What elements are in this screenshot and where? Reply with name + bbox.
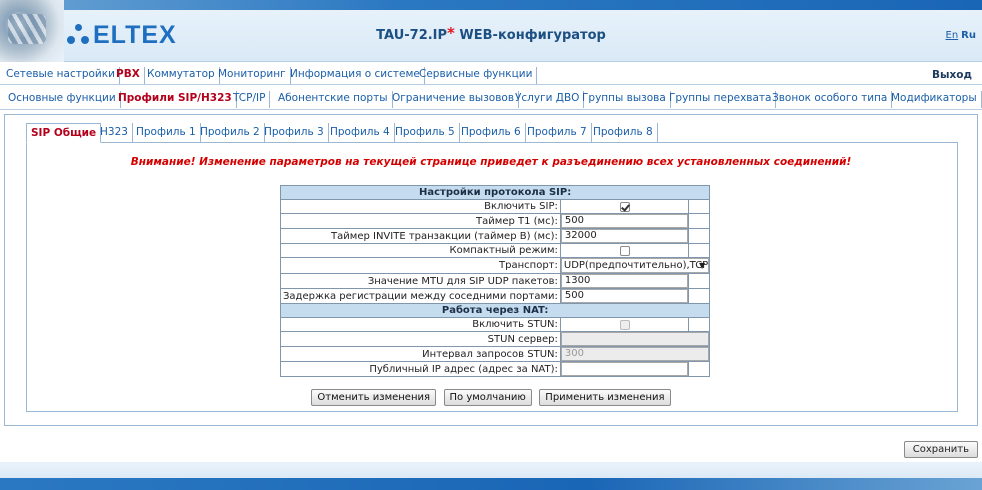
tab-profile-2[interactable]: Профиль 2 xyxy=(196,123,265,143)
app-title-star: * xyxy=(447,24,455,42)
compact-mode-checkbox[interactable] xyxy=(619,245,630,256)
sub-menu: Основные функции Профили SIP/H323 TCP/IP… xyxy=(0,88,982,110)
tab-profile-1[interactable]: Профиль 1 xyxy=(132,123,201,143)
transport-select[interactable]: UDP(предпочтительно),TCP ▼ xyxy=(560,258,710,273)
table-row: Интервал запросов STUN: 300 xyxy=(280,346,711,362)
stun-server-label: STUN сервер: xyxy=(280,331,561,347)
menu-monitoring[interactable]: Мониторинг xyxy=(214,67,291,84)
tab-sip-general[interactable]: SIP Общие xyxy=(26,123,102,143)
public-ip-label: Публичный IP адрес (адрес за NAT): xyxy=(280,361,561,377)
timer-b-input[interactable]: 32000 xyxy=(560,229,689,243)
app-title-main: TAU-72.IP xyxy=(376,28,448,43)
footer-bar xyxy=(0,478,982,490)
stun-interval-input[interactable]: 300 xyxy=(560,347,710,361)
tab-profile-6[interactable]: Профиль 6 xyxy=(457,123,526,143)
submenu-vas-services[interactable]: Услуги ДВО xyxy=(511,91,585,108)
submenu-special-ring[interactable]: Звонок особого типа xyxy=(768,91,893,108)
main-menu: Сетевые настройки PBX Коммутатор Монитор… xyxy=(0,65,982,85)
timer-t1-input[interactable]: 500 xyxy=(560,214,689,228)
table-row: Компактный режим: xyxy=(280,243,711,258)
menu-pbx[interactable]: PBX xyxy=(112,67,145,84)
warning-message: Внимание! Изменение параметров на текуще… xyxy=(130,156,852,168)
logout-link[interactable]: Выход xyxy=(932,69,972,81)
cancel-changes-button[interactable]: Отменить изменения xyxy=(311,389,437,406)
menu-service-functions[interactable]: Сервисные функции xyxy=(415,67,538,84)
menu-system-info[interactable]: Информация о системе xyxy=(286,67,425,84)
enable-sip-label: Включить SIP: xyxy=(280,199,561,214)
table-row: STUN сервер: xyxy=(280,331,711,347)
tab-h323[interactable]: H323 xyxy=(96,123,133,143)
lang-ru-link[interactable]: Ru xyxy=(961,30,976,41)
stun-interval-label: Интервал запросов STUN: xyxy=(280,346,561,362)
public-ip-input[interactable] xyxy=(560,362,689,376)
table-row: Задержка регистрации между соседними пор… xyxy=(280,288,711,304)
tab-profile-3[interactable]: Профиль 3 xyxy=(260,123,329,143)
stun-server-input[interactable] xyxy=(560,332,710,346)
defaults-button[interactable]: По умолчанию xyxy=(443,389,532,406)
action-buttons: Отменить изменения По умолчанию Применит… xyxy=(0,389,982,406)
footer xyxy=(0,462,982,490)
submenu-call-groups[interactable]: Группы вызова xyxy=(578,91,671,108)
submenu-sip-h323-profiles[interactable]: Профили SIP/H323 xyxy=(114,91,237,108)
compact-mode-label: Компактный режим: xyxy=(280,243,561,258)
tab-profile-8[interactable]: Профиль 8 xyxy=(589,123,658,143)
table-row: Публичный IP адрес (адрес за NAT): xyxy=(280,361,711,377)
timer-b-label: Таймер INVITE транзакции (таймер B) (мс)… xyxy=(280,228,561,244)
apply-changes-button[interactable]: Применить изменения xyxy=(539,389,671,406)
app-title: TAU-72.IP* WEB-конфигуратор xyxy=(0,24,982,46)
transport-label: Транспорт: xyxy=(280,257,561,274)
tab-profile-5[interactable]: Профиль 5 xyxy=(391,123,460,143)
tab-profile-7[interactable]: Профиль 7 xyxy=(523,123,592,143)
reg-delay-label: Задержка регистрации между соседними пор… xyxy=(280,288,561,304)
menu-switch[interactable]: Коммутатор xyxy=(143,67,220,84)
table-row: Работа через NAT: xyxy=(279,303,711,318)
stun-enable-checkbox[interactable] xyxy=(619,319,630,330)
table-row: Включить STUN: xyxy=(280,317,711,332)
tab-profile-4[interactable]: Профиль 4 xyxy=(326,123,395,143)
reg-delay-input[interactable]: 500 xyxy=(560,289,689,303)
app-title-suffix: WEB-конфигуратор xyxy=(454,28,606,43)
table-row: Таймер T1 (мс): 500 xyxy=(280,213,711,229)
submenu-pickup-groups[interactable]: Группы перехвата xyxy=(665,91,777,108)
menu-network-settings[interactable]: Сетевые настройки xyxy=(2,67,120,84)
dropdown-arrow-icon: ▼ xyxy=(699,261,706,270)
enable-sip-checkbox[interactable] xyxy=(619,201,630,212)
submenu-modifiers[interactable]: Модификаторы xyxy=(887,91,982,108)
lang-en-link[interactable]: En xyxy=(946,30,959,41)
header: ELTEX TAU-72.IP* WEB-конфигуратор En Ru xyxy=(0,0,982,62)
timer-t1-label: Таймер T1 (мс): xyxy=(280,213,561,229)
stun-enable-label: Включить STUN: xyxy=(280,317,561,332)
save-button[interactable]: Сохранить xyxy=(903,441,978,458)
submenu-subscriber-ports[interactable]: Абонентские порты xyxy=(274,91,393,108)
table-row: Значение MTU для SIP UDP пакетов: 1300 xyxy=(280,273,711,289)
submenu-call-restrictions[interactable]: Ограничение вызовов xyxy=(388,91,520,108)
table-row: Включить SIP: xyxy=(280,199,711,214)
table-row: Таймер INVITE транзакции (таймер B) (мс)… xyxy=(280,228,711,244)
language-switcher: En Ru xyxy=(946,30,976,41)
table-row: Настройки протокола SIP: xyxy=(279,185,711,200)
sip-settings-table: Настройки протокола SIP: Включить SIP: Т… xyxy=(279,185,711,377)
table-row: Транспорт: UDP(предпочтительно),TCP ▼ xyxy=(280,257,711,274)
transport-select-value: UDP(предпочтительно),TCP xyxy=(563,260,709,271)
sip-section-title: Настройки протокола SIP: xyxy=(279,185,711,200)
header-top-bar xyxy=(0,0,982,10)
mtu-label: Значение MTU для SIP UDP пакетов: xyxy=(280,273,561,289)
submenu-basic-functions[interactable]: Основные функции xyxy=(4,91,121,108)
mtu-input[interactable]: 1300 xyxy=(560,274,689,288)
submenu-tcp-ip[interactable]: TCP/IP xyxy=(229,91,271,108)
nat-section-title: Работа через NAT: xyxy=(279,303,711,318)
